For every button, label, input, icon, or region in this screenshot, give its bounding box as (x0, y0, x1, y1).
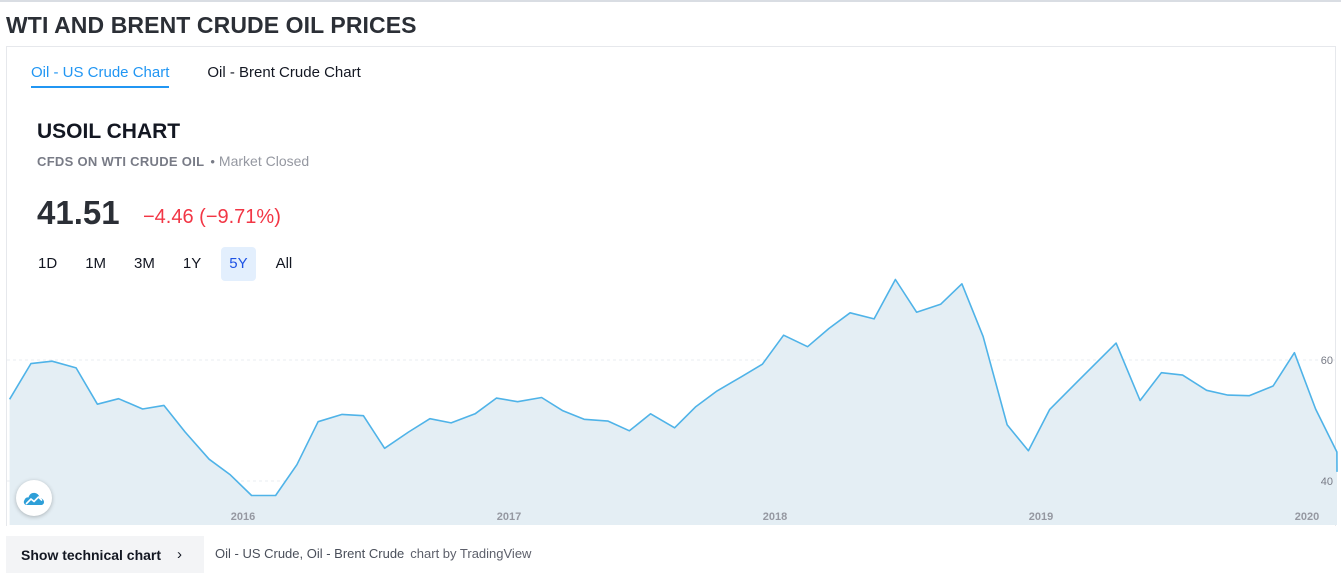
separator-dot: • (210, 154, 215, 169)
price-point (74, 366, 78, 370)
range-1d-button[interactable]: 1D (30, 247, 65, 281)
price-change: −4.46 (−9.71%) (143, 206, 281, 228)
price-point (827, 327, 831, 331)
price-point (806, 345, 810, 349)
chevron-right-icon: › (177, 546, 183, 563)
price-point (582, 417, 586, 421)
x-tick-label: 2016 (231, 511, 255, 523)
price-point (893, 278, 897, 282)
range-3m-button[interactable]: 3M (126, 247, 163, 281)
price-point (981, 334, 985, 338)
price-point (627, 429, 631, 433)
price-point (228, 473, 232, 477)
price-point (95, 402, 99, 406)
price-point (1093, 362, 1097, 366)
price-area (9, 279, 1338, 525)
price-point (50, 359, 54, 363)
price-point (848, 311, 852, 315)
price-point (1005, 423, 1009, 427)
attribution-symbols[interactable]: Oil - US Crude, Oil - Brent Crude (215, 546, 404, 561)
price-point (649, 412, 653, 416)
price-point (915, 310, 919, 314)
symbol-title: USOIL CHART (37, 120, 181, 143)
chart-tabs: Oil - US Crude Chart Oil - Brent Crude C… (31, 64, 361, 88)
range-1y-button[interactable]: 1Y (175, 247, 209, 281)
price-point (407, 430, 411, 434)
price-point (516, 400, 520, 404)
price-point (782, 333, 786, 337)
price-point (141, 407, 145, 411)
price-point (1114, 341, 1118, 345)
price-point (1335, 470, 1339, 474)
price-point (29, 362, 33, 366)
price-point (8, 397, 12, 401)
range-selector: 1D 1M 3M 1Y 5Y All (30, 247, 300, 281)
technical-chart-label: Show technical chart (21, 546, 162, 563)
last-price: 41.51 (37, 194, 120, 231)
price-point (494, 396, 498, 400)
price-point (340, 412, 344, 416)
range-5y-button[interactable]: 5Y (221, 247, 256, 281)
x-tick-label: 2019 (1029, 511, 1053, 523)
price-point (250, 494, 254, 498)
range-1m-button[interactable]: 1M (77, 247, 114, 281)
price-point (183, 430, 187, 434)
price-point (207, 457, 211, 461)
price-point (1226, 393, 1230, 397)
price-point (606, 419, 610, 423)
tab-brent-crude[interactable]: Oil - Brent Crude Chart (207, 64, 360, 88)
x-tick-label: 2018 (763, 511, 787, 523)
price-point (117, 397, 121, 401)
x-tick-label: 2017 (497, 511, 521, 523)
price-point (1271, 384, 1275, 388)
price-point (1292, 351, 1296, 355)
price-point (473, 412, 477, 416)
price-point (1314, 407, 1318, 411)
price-point (1048, 408, 1052, 412)
tradingview-cloud-icon (23, 492, 44, 505)
price-point (715, 389, 719, 393)
price-point (694, 405, 698, 409)
price-point (162, 403, 166, 407)
price-point (1159, 371, 1163, 375)
attribution-tradingview[interactable]: chart by TradingView (410, 546, 531, 561)
price-point (739, 375, 743, 379)
price-point (383, 446, 387, 450)
price-point (1205, 388, 1209, 392)
price-point (316, 420, 320, 424)
price-point (1247, 394, 1251, 398)
price-point (449, 421, 453, 425)
tab-us-crude[interactable]: Oil - US Crude Chart (31, 64, 170, 88)
price-point (361, 414, 365, 418)
exchange-label: CFDS ON WTI CRUDE OIL (37, 154, 205, 169)
price-point (1138, 399, 1142, 403)
price-point (939, 302, 943, 306)
symbol-subtitle: CFDS ON WTI CRUDE OIL • Market Closed (37, 153, 309, 169)
price-point (295, 463, 299, 467)
price-point (960, 282, 964, 286)
range-all-button[interactable]: All (268, 247, 301, 281)
x-tick-label: 2020 (1295, 511, 1319, 523)
price-point (561, 409, 565, 413)
price-point (428, 417, 432, 421)
show-technical-chart-button[interactable]: Show technical chart › (6, 536, 204, 573)
price-point (1026, 449, 1030, 453)
price-point (872, 317, 876, 321)
price-point (1335, 450, 1339, 454)
tradingview-logo-button[interactable] (16, 480, 52, 516)
y-tick-label: 40 (1321, 476, 1333, 488)
price-point (673, 426, 677, 430)
chart-attribution: Oil - US Crude, Oil - Brent Crude chart b… (215, 546, 531, 561)
price-point (1072, 383, 1076, 387)
price-point (1181, 373, 1185, 377)
chart-footer: Show technical chart › Oil - US Crude, O… (0, 536, 1341, 573)
price-point (274, 494, 278, 498)
price-point (540, 396, 544, 400)
y-tick-label: 60 (1321, 355, 1333, 367)
price-point (760, 362, 764, 366)
market-status: Market Closed (218, 153, 310, 169)
